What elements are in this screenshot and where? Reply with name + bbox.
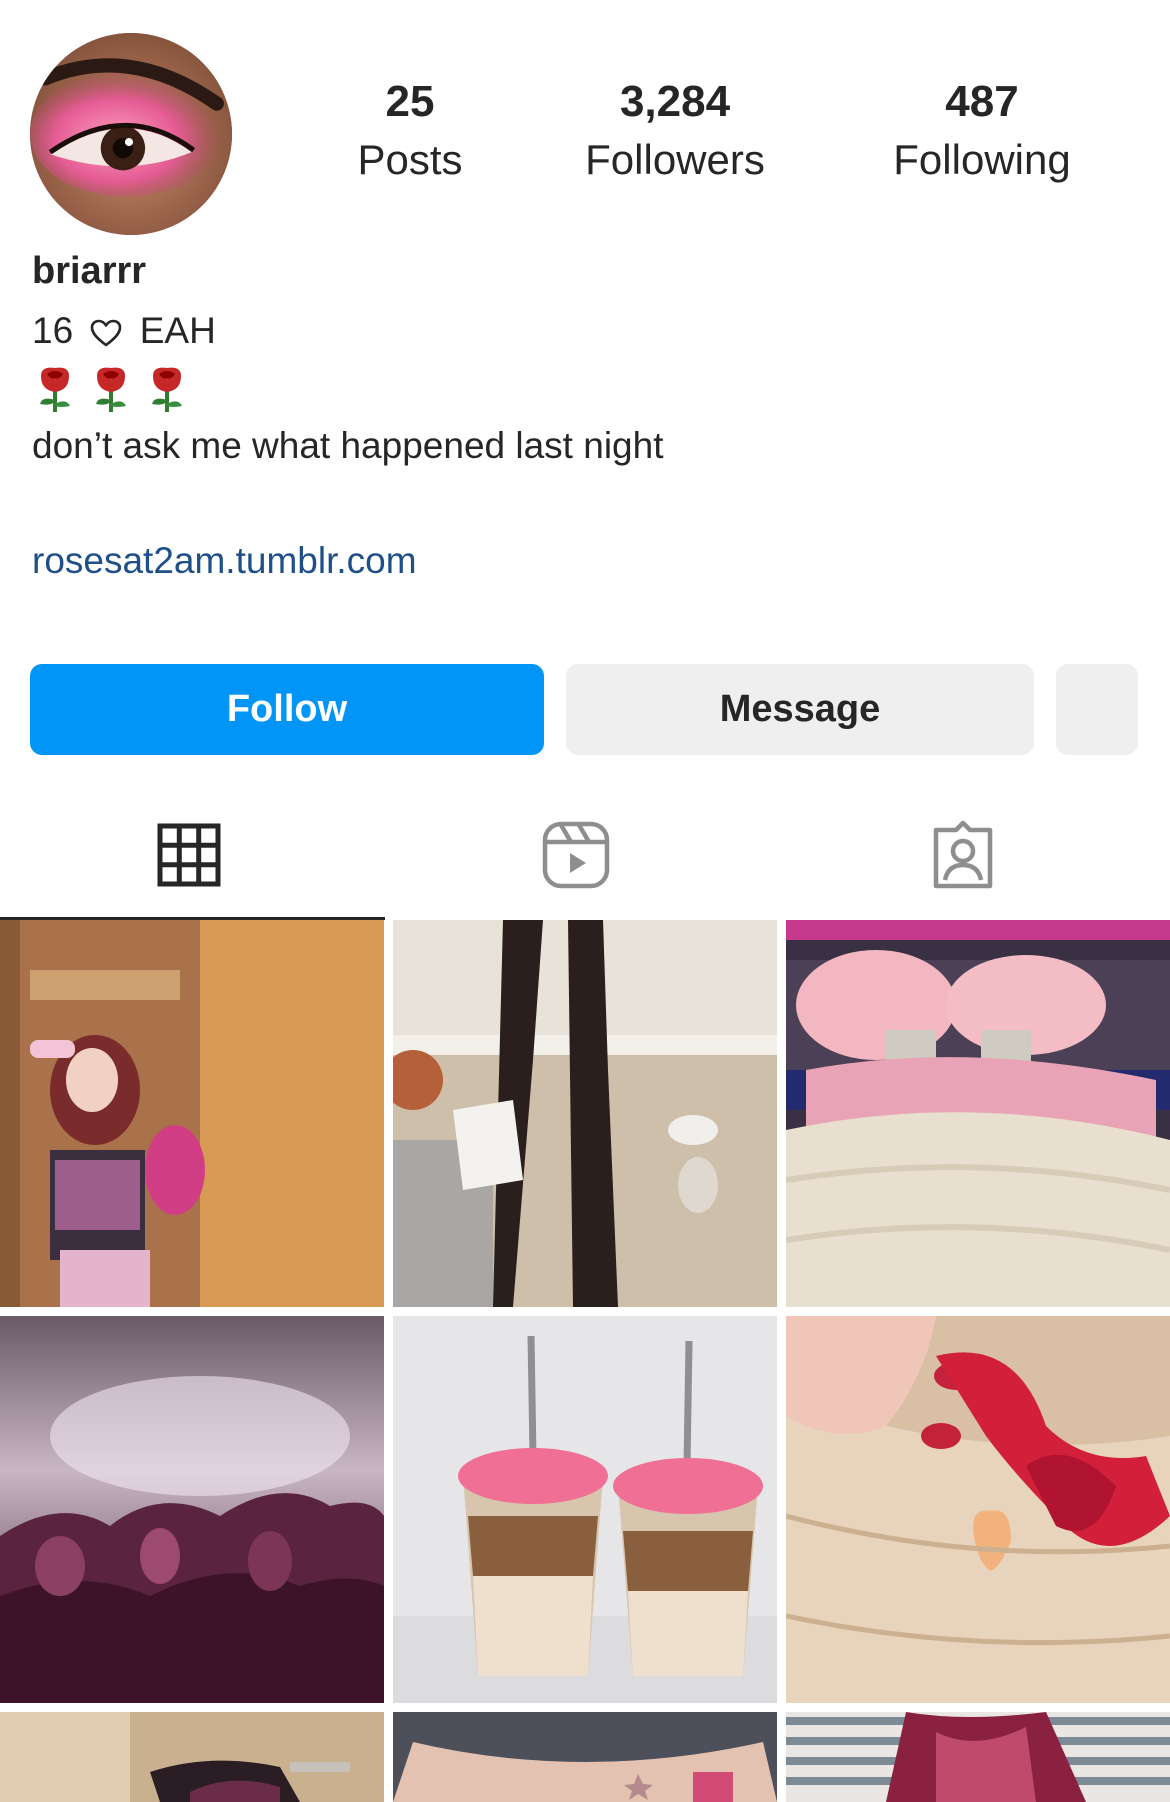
posts-count[interactable]: 25 Posts — [290, 74, 530, 190]
profile-avatar[interactable] — [30, 33, 232, 235]
post-image-sunglasses — [0, 1712, 384, 1802]
post-tile[interactable] — [393, 1712, 777, 1802]
post-tile[interactable] — [0, 1712, 384, 1802]
post-tile[interactable] — [786, 1316, 1170, 1703]
post-tile[interactable] — [0, 1316, 384, 1703]
post-image-lace-tights — [393, 920, 777, 1307]
rose-icon — [152, 367, 182, 412]
reels-icon — [542, 821, 610, 889]
tab-tagged[interactable] — [928, 820, 998, 890]
post-image-pink-slippers — [786, 920, 1170, 1307]
bio-rose-emojis — [32, 364, 190, 414]
post-tile[interactable] — [786, 1712, 1170, 1802]
post-image-jeans-tattoo — [393, 1712, 777, 1802]
tab-reels[interactable] — [541, 820, 611, 890]
post-tile[interactable] — [786, 920, 1170, 1307]
posts-count-label: Posts — [357, 136, 463, 183]
bio-age-line: 16 EAH — [32, 310, 216, 352]
followers-count[interactable]: 3,284 Followers — [555, 74, 795, 190]
post-image-striped-shirt — [786, 1712, 1170, 1802]
followers-count-value: 3,284 — [619, 77, 731, 126]
post-tile[interactable] — [0, 920, 384, 1307]
rose-icon — [96, 367, 126, 412]
posts-grid — [0, 920, 1170, 1802]
follow-button[interactable]: Follow — [30, 664, 544, 755]
profile-username: briarrr — [32, 250, 147, 292]
bio-initials: EAH — [139, 310, 216, 351]
post-image-pink-iced-coffees — [393, 1316, 777, 1703]
grid-icon — [157, 823, 221, 887]
heart-outline-icon — [91, 319, 122, 347]
post-tile[interactable] — [393, 920, 777, 1307]
post-image-girl-in-pink-outfit — [0, 920, 384, 1307]
following-count[interactable]: 487 Following — [862, 74, 1102, 190]
posts-count-value: 25 — [385, 77, 435, 126]
bio-tagline: don’t ask me what happened last night — [32, 425, 664, 466]
rose-icon — [40, 367, 70, 412]
followers-count-label: Followers — [585, 136, 765, 183]
bio-age: 16 — [32, 310, 74, 351]
tab-posts[interactable] — [154, 820, 224, 890]
post-image-red-bow — [786, 1316, 1170, 1703]
following-count-value: 487 — [945, 77, 1019, 126]
message-button[interactable]: Message — [566, 664, 1034, 755]
profile-link[interactable]: rosesat2am.tumblr.com — [32, 540, 417, 582]
tagged-icon — [933, 820, 993, 889]
following-count-label: Following — [893, 136, 1071, 183]
post-image-concert-crowd — [0, 1316, 384, 1703]
more-options-button[interactable] — [1056, 664, 1138, 755]
post-tile[interactable] — [393, 1316, 777, 1703]
pink-eyeshadow-eye-avatar — [30, 33, 232, 235]
